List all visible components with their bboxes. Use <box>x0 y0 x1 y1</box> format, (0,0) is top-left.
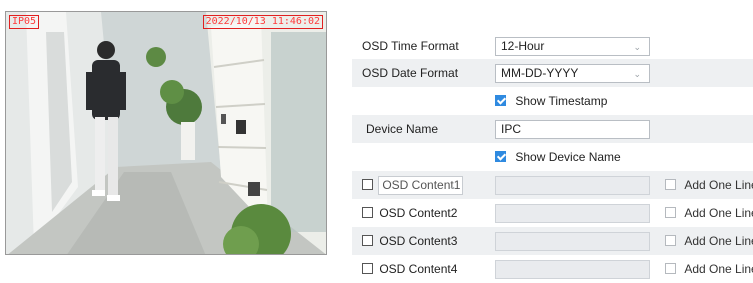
device-name-label: Device Name <box>366 122 439 136</box>
osd-content-1-add-line[interactable]: Add One Line <box>665 171 753 199</box>
row-show-device-name: Show Device Name <box>352 143 753 171</box>
chevron-down-icon: ⌄ <box>633 69 641 79</box>
osd-content-3-label: OSD Content3 <box>379 234 458 248</box>
osd-content-1-checkbox[interactable] <box>362 179 373 190</box>
row-osd-content-2: OSD Content2 Add One Line <box>352 199 753 227</box>
osd-content-1-select[interactable]: OSD Content1 ⌄ <box>378 176 464 196</box>
osd-content-4-add-line[interactable]: Add One Line <box>665 255 753 283</box>
date-format-value: MM-DD-YYYY <box>501 66 579 80</box>
add-line-3-checkbox[interactable] <box>665 235 676 246</box>
osd-device-name-overlay[interactable]: IP05 <box>9 15 40 29</box>
osd-content-2-input[interactable] <box>495 204 650 223</box>
add-line-3-label: Add One Line <box>684 234 753 248</box>
add-line-2-checkbox[interactable] <box>665 207 676 218</box>
show-device-name-label: Show Device Name <box>515 150 621 164</box>
osd-timestamp-overlay[interactable]: 2022/10/13 11:46:02 <box>202 15 323 29</box>
device-name-input[interactable]: IPC <box>495 120 650 139</box>
row-show-timestamp: Show Timestamp <box>352 87 753 115</box>
chevron-down-icon: ⌄ <box>448 181 457 192</box>
chevron-down-icon: ⌄ <box>633 42 641 52</box>
add-line-1-checkbox[interactable] <box>665 179 676 190</box>
osd-content-2-checkbox[interactable] <box>362 207 373 218</box>
show-device-name-toggle[interactable]: Show Device Name <box>495 143 621 171</box>
row-time-format: OSD Time Format 12-Hour ⌄ <box>352 32 753 60</box>
date-format-label: OSD Date Format <box>362 66 459 80</box>
row-osd-content-1: OSD Content1 ⌄ Add One Line <box>352 171 753 199</box>
osd-content-3-checkbox[interactable] <box>362 235 373 246</box>
add-line-4-label: Add One Line <box>684 262 753 276</box>
time-format-label: OSD Time Format <box>362 39 459 53</box>
row-osd-content-3: OSD Content3 Add One Line <box>352 227 753 255</box>
osd-content-4-input[interactable] <box>495 260 650 279</box>
osd-content-2-toggle[interactable]: OSD Content2 <box>362 199 457 227</box>
row-date-format: OSD Date Format MM-DD-YYYY ⌄ <box>352 59 753 87</box>
add-line-4-checkbox[interactable] <box>665 263 676 274</box>
osd-content-3-add-line[interactable]: Add One Line <box>665 227 753 255</box>
row-device-name: Device Name IPC <box>352 115 753 143</box>
show-device-name-checkbox[interactable] <box>495 151 506 162</box>
time-format-value: 12-Hour <box>501 39 545 53</box>
time-format-select[interactable]: 12-Hour ⌄ <box>495 37 650 56</box>
osd-content-4-checkbox[interactable] <box>362 263 373 274</box>
osd-content-1-toggle[interactable]: OSD Content1 ⌄ <box>362 171 464 199</box>
osd-content-3-toggle[interactable]: OSD Content3 <box>362 227 457 255</box>
osd-content-3-input[interactable] <box>495 232 650 251</box>
video-preview[interactable]: IP05 2022/10/13 11:46:02 <box>5 11 327 255</box>
osd-content-2-add-line[interactable]: Add One Line <box>665 199 753 227</box>
camera-scene <box>6 12 326 254</box>
add-line-1-label: Add One Line <box>684 178 753 192</box>
row-osd-content-4: OSD Content4 Add One Line <box>352 255 753 283</box>
osd-content-4-toggle[interactable]: OSD Content4 <box>362 255 457 283</box>
osd-content-1-input[interactable] <box>495 176 650 195</box>
date-format-select[interactable]: MM-DD-YYYY ⌄ <box>495 64 650 83</box>
show-timestamp-toggle[interactable]: Show Timestamp <box>495 87 607 115</box>
add-line-2-label: Add One Line <box>684 206 753 220</box>
show-timestamp-label: Show Timestamp <box>515 94 608 108</box>
show-timestamp-checkbox[interactable] <box>495 95 506 106</box>
osd-content-4-label: OSD Content4 <box>379 262 458 276</box>
osd-content-2-label: OSD Content2 <box>379 206 458 220</box>
